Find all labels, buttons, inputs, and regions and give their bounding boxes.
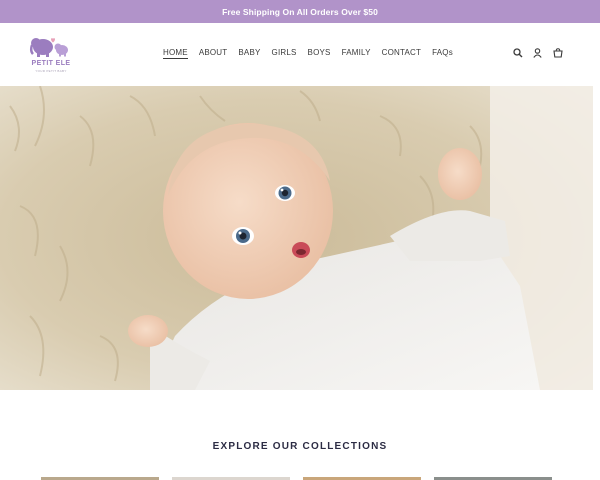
cart-icon[interactable] xyxy=(552,46,563,60)
nav-boys[interactable]: BOYS xyxy=(308,48,331,59)
section-title: EXPLORE OUR COLLECTIONS xyxy=(212,441,388,452)
account-icon[interactable] xyxy=(532,46,543,60)
nav-family[interactable]: FAMILY xyxy=(342,48,371,59)
site-header: PETIT ELE YOUR PETIT BABY HOME ABOUT BAB… xyxy=(0,23,600,86)
nav-home[interactable]: HOME xyxy=(163,48,188,59)
elephant-logo-icon xyxy=(29,38,68,57)
header-icons xyxy=(512,46,563,60)
search-icon[interactable] xyxy=(512,46,523,60)
logo[interactable]: PETIT ELE YOUR PETIT BABY xyxy=(26,35,76,75)
nav-girls[interactable]: GIRLS xyxy=(272,48,297,59)
nav-contact[interactable]: CONTACT xyxy=(382,48,421,59)
logo-brand: PETIT ELE xyxy=(31,60,71,67)
logo-tagline: YOUR PETIT BABY xyxy=(35,69,67,73)
nav-about[interactable]: ABOUT xyxy=(199,48,228,59)
main-nav: HOME ABOUT BABY GIRLS BOYS FAMILY CONTAC… xyxy=(163,48,464,59)
hero-image[interactable] xyxy=(0,86,593,390)
hero-baby-photo xyxy=(0,86,593,390)
announcement-text: Free Shipping On All Orders Over $50 xyxy=(222,6,378,17)
nav-faqs[interactable]: FAQs xyxy=(432,48,453,59)
nav-baby[interactable]: BABY xyxy=(238,48,260,59)
announcement-bar: Free Shipping On All Orders Over $50 xyxy=(0,0,600,23)
